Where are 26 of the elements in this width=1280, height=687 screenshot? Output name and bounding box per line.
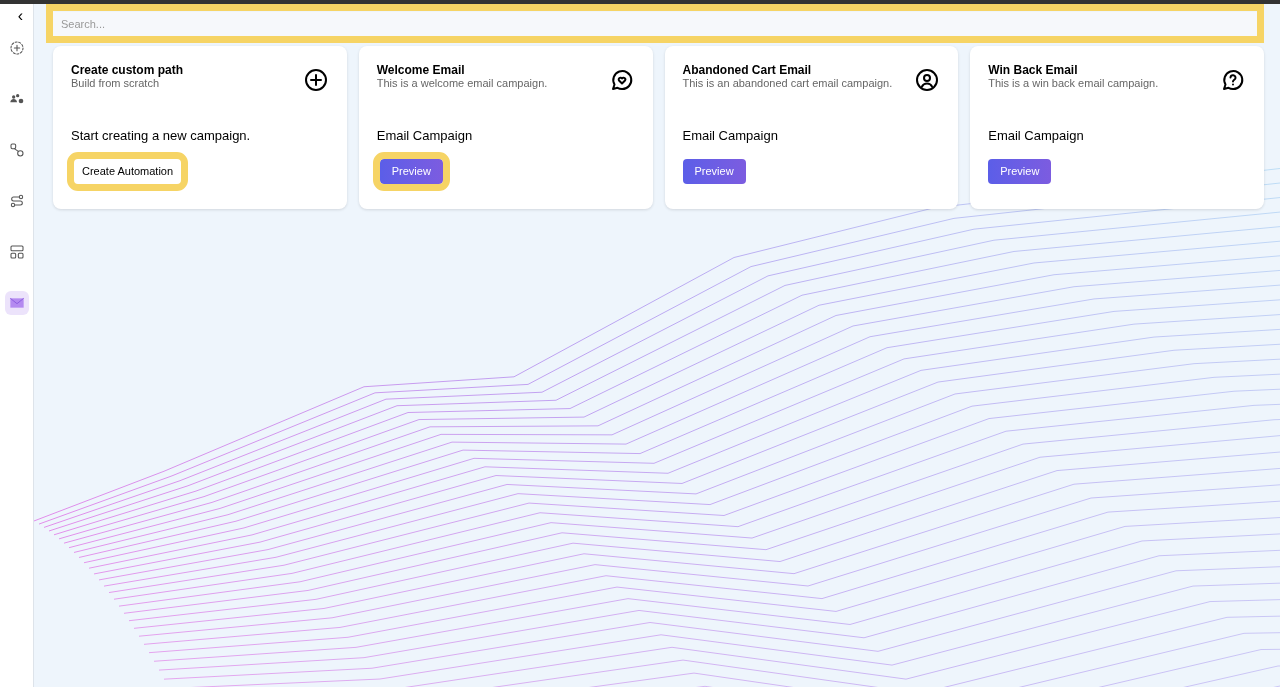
layout-icon [8,244,25,260]
nodes-icon [8,142,25,158]
route-icon [8,193,25,209]
preview-button[interactable]: Preview [682,158,746,184]
card-description: Email Campaign [988,127,1085,145]
search-field[interactable]: Search... [53,12,1257,36]
card-subtitle: This is an abandoned cart email campaign. [682,77,893,90]
user-circle-icon [915,68,940,92]
card-title: Abandoned Cart Email [682,63,813,77]
add-circle-icon [8,40,25,56]
card-title: Welcome Email [376,63,466,77]
question-chat-icon [1221,68,1245,92]
mail-icon [8,295,25,311]
heart-chat-icon [609,68,634,92]
card-title: Create custom path [71,63,184,77]
card-title: Win Back Email [988,63,1079,77]
card-description: Start creating a new campaign. [71,127,252,145]
plus-circle-icon [303,68,328,92]
card-subtitle: This is a welcome email campaign. [376,77,548,90]
card-subtitle: Build from scratch [71,77,161,90]
preview-button[interactable]: Preview [988,158,1052,184]
card-description: Email Campaign [376,127,474,145]
card-subtitle: This is a win back email campaign. [988,77,1159,90]
card-description: Email Campaign [682,127,779,145]
sidebar-item[interactable] [4,291,29,315]
collapse-button[interactable]: ‹ [17,8,24,24]
